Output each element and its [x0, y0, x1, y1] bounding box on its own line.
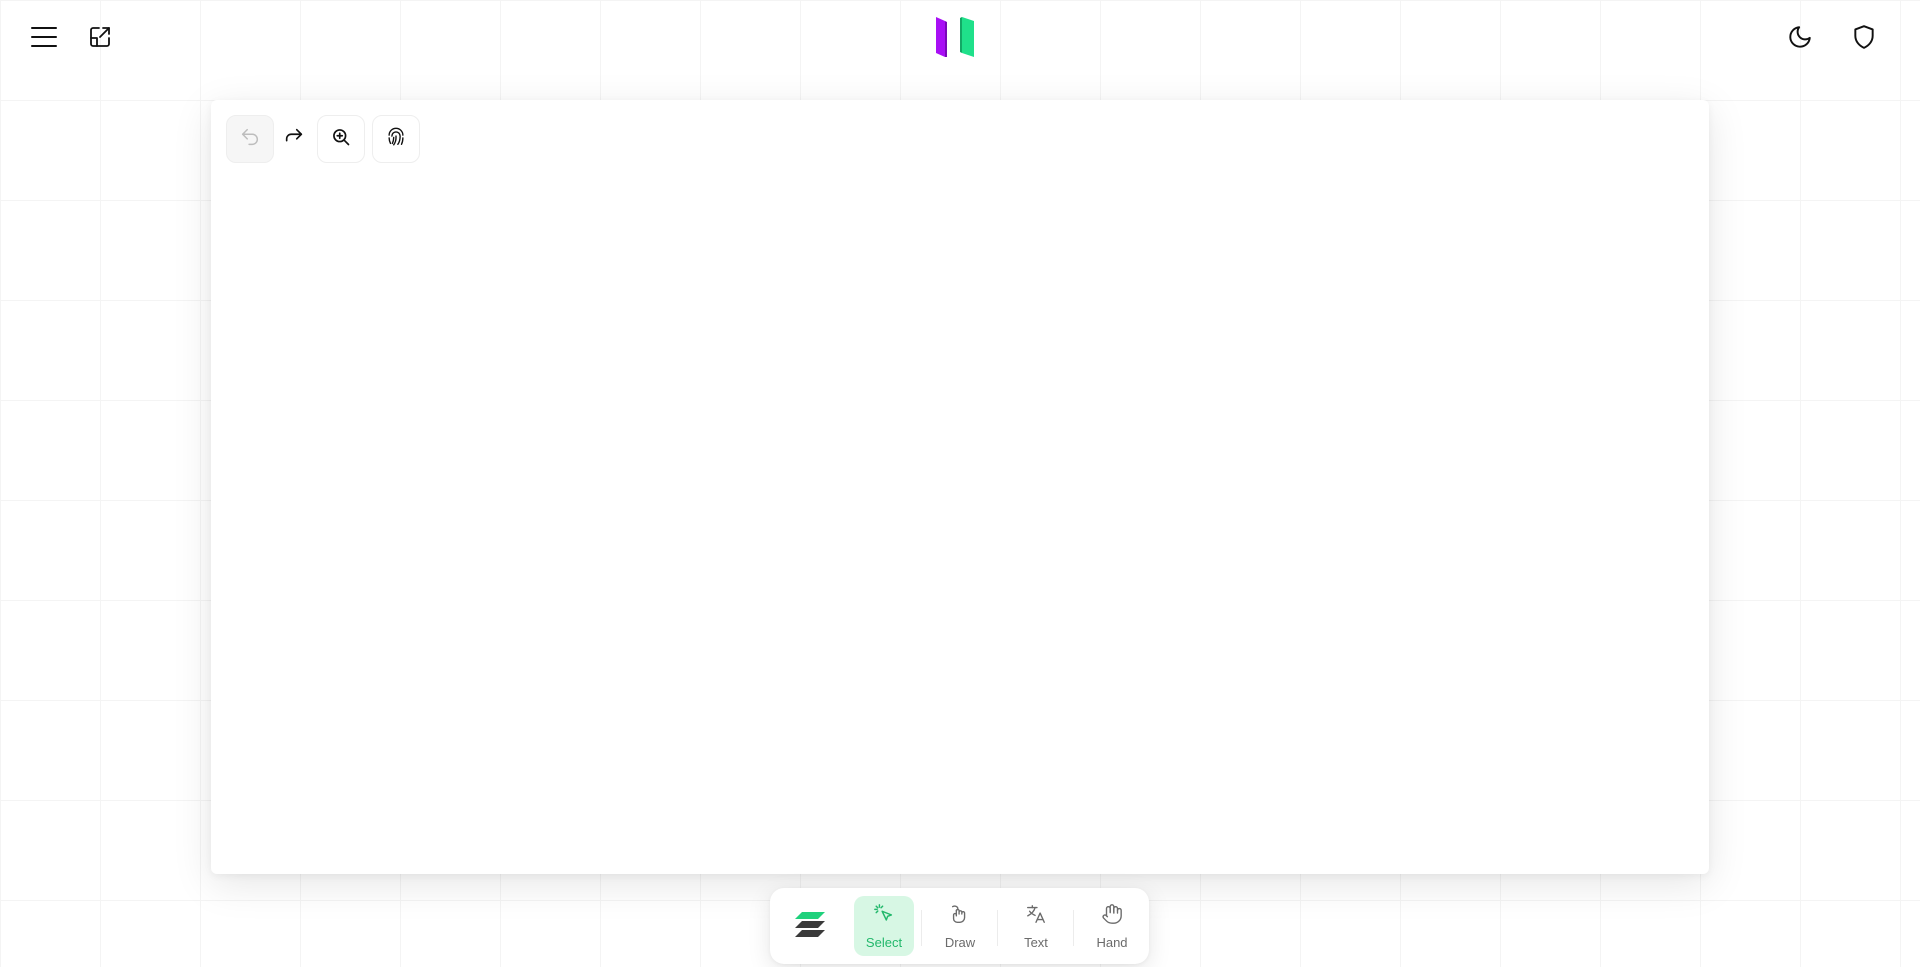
undo-button[interactable] — [226, 115, 274, 163]
toolbar-divider — [1073, 910, 1074, 946]
undo-icon — [239, 126, 261, 153]
redo-icon — [283, 126, 305, 153]
layers-icon — [793, 907, 827, 946]
moon-icon — [1787, 24, 1813, 50]
fingerprint-icon — [385, 126, 407, 153]
privacy-button[interactable] — [1846, 19, 1882, 55]
menu-button[interactable] — [26, 19, 62, 55]
external-link-icon — [88, 25, 112, 49]
zoom-button[interactable] — [317, 115, 365, 163]
toolbar-divider — [921, 910, 922, 946]
layers-button[interactable] — [790, 906, 830, 946]
shield-icon — [1851, 24, 1877, 50]
share-button[interactable] — [82, 19, 118, 55]
hamburger-menu-icon — [31, 26, 57, 48]
hand-icon — [1101, 903, 1123, 930]
text-tool-label: Text — [1024, 934, 1048, 950]
hand-tool-label: Hand — [1096, 934, 1128, 950]
redo-button[interactable] — [278, 115, 310, 163]
zoom-in-icon — [331, 127, 351, 152]
select-tool-label: Select — [865, 934, 903, 950]
draw-tool[interactable]: Draw — [930, 896, 990, 956]
theme-toggle-button[interactable] — [1782, 19, 1818, 55]
select-tool[interactable]: Select — [854, 896, 914, 956]
drawing-canvas[interactable] — [211, 100, 1709, 874]
toolbar-divider — [997, 910, 998, 946]
hand-tool[interactable]: Hand — [1082, 896, 1142, 956]
draw-hand-icon — [949, 903, 971, 930]
app-logo[interactable] — [934, 16, 978, 58]
top-bar — [0, 0, 1920, 74]
draw-tool-label: Draw — [944, 934, 976, 950]
translate-text-icon — [1025, 903, 1047, 930]
select-cursor-icon — [873, 903, 895, 930]
fingerprint-button[interactable] — [372, 115, 420, 163]
text-tool[interactable]: Text — [1006, 896, 1066, 956]
bottom-toolbar: Select Draw Text Hand — [770, 888, 1149, 964]
